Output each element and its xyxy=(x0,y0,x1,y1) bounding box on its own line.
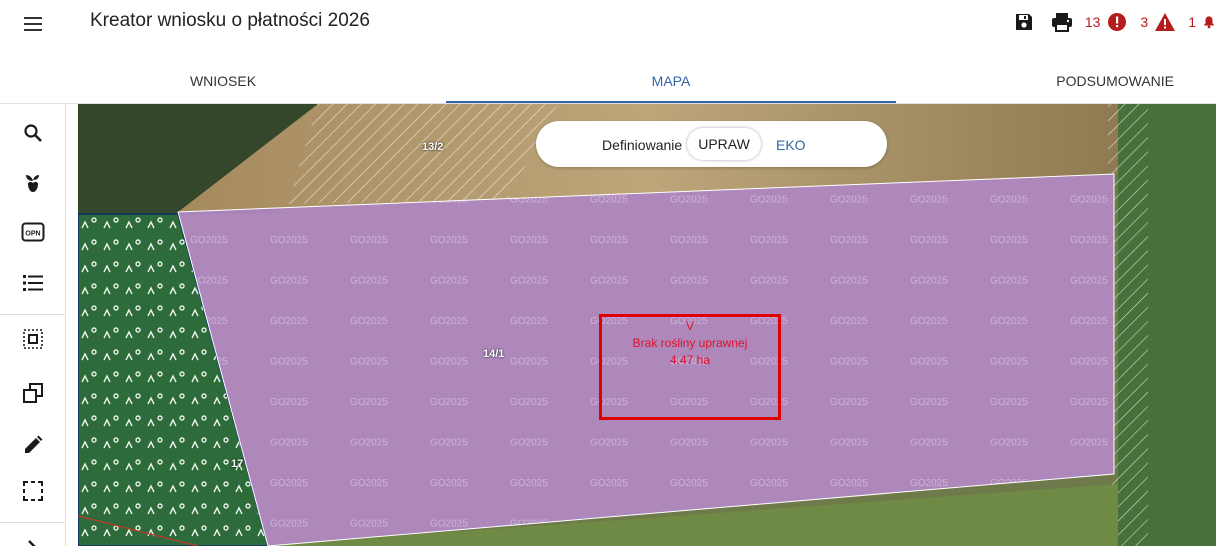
warning-icon[interactable] xyxy=(1154,11,1176,33)
header-actions: 13 3 1 xyxy=(1013,10,1216,34)
draw-rectangle-icon[interactable] xyxy=(20,478,46,504)
parcel-code: V xyxy=(685,319,694,333)
mode-option-eko[interactable]: EKO xyxy=(776,137,806,153)
parcel-label-14-1: 14/1 xyxy=(483,348,505,360)
mode-toggle: Definiowanie UPRAW EKO xyxy=(536,121,887,167)
selected-parcel-box[interactable]: V Brak rośliny uprawnej 4.47 ha xyxy=(599,314,781,420)
select-area-icon[interactable] xyxy=(20,326,46,352)
active-tab-indicator xyxy=(446,101,896,103)
toolbar-divider-2 xyxy=(0,522,66,523)
selected-parcel-info: V Brak rośliny uprawnej 4.47 ha xyxy=(602,317,778,369)
parcel-status: Brak rośliny uprawnej xyxy=(632,336,748,350)
print-icon[interactable] xyxy=(1051,11,1073,33)
warnings-count[interactable]: 3 xyxy=(1140,14,1148,30)
tab-mapa[interactable]: MAPA xyxy=(446,56,896,104)
error-icon[interactable] xyxy=(1106,11,1128,33)
errors-count[interactable]: 13 xyxy=(1085,14,1101,30)
search-icon[interactable] xyxy=(20,120,46,146)
tab-podsumowanie[interactable]: PODSUMOWANIE xyxy=(896,56,1216,104)
copy-icon[interactable] xyxy=(20,380,46,406)
main-tabs: WNIOSEK MAPA PODSUMOWANIE xyxy=(0,56,1216,104)
parcel-label-13-2: 13/2 xyxy=(422,141,444,153)
mode-label: Definiowanie xyxy=(602,137,683,153)
bell-icon[interactable] xyxy=(1202,11,1216,33)
list-icon[interactable] xyxy=(20,270,46,296)
parcel-area: 4.47 ha xyxy=(669,353,711,367)
notifications-count[interactable]: 1 xyxy=(1188,14,1196,30)
menu-icon[interactable] xyxy=(22,12,46,36)
opn-label: OPN xyxy=(25,231,40,238)
toolbar-divider xyxy=(0,314,66,315)
map-toolbar: OPN xyxy=(0,104,66,546)
save-icon[interactable] xyxy=(1013,11,1035,33)
next-arrow-icon[interactable] xyxy=(20,536,46,546)
edit-pencil-icon[interactable] xyxy=(20,432,46,458)
page-title: Kreator wniosku o płatności 2026 xyxy=(90,10,370,31)
opn-icon[interactable]: OPN xyxy=(20,219,46,245)
parcel-label-17: 17 xyxy=(231,458,244,470)
tab-wniosek[interactable]: WNIOSEK xyxy=(0,56,446,104)
app-header: Kreator wniosku o płatności 2026 13 3 1 xyxy=(0,0,1216,56)
mode-option-upraw[interactable]: UPRAW xyxy=(687,128,761,160)
plant-icon[interactable] xyxy=(20,170,46,196)
